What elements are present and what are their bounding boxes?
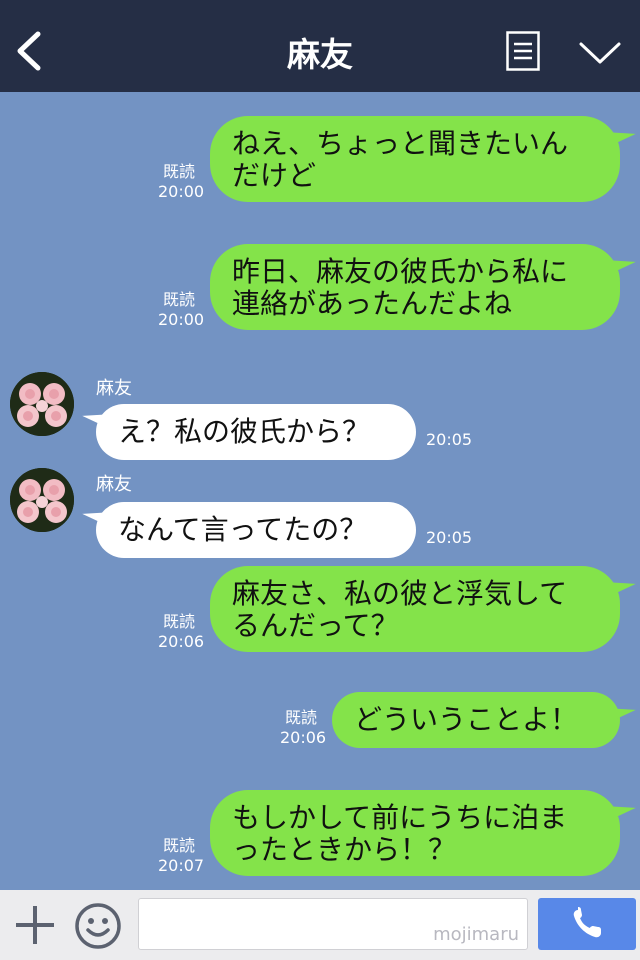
chat-area[interactable]: 既読 20:00 ねえ、ちょっと聞きたいん だけど 既読 20:00 昨日、麻友… xyxy=(0,92,640,890)
outgoing-message[interactable]: 昨日、麻友の彼氏から私に 連絡があったんだよね xyxy=(210,244,620,330)
message-meta: 既読 20:07 xyxy=(158,836,205,876)
message-time: 20:05 xyxy=(426,528,473,547)
message-time: 20:00 xyxy=(158,310,205,329)
message-time: 20:06 xyxy=(158,632,205,651)
phone-icon xyxy=(573,907,601,938)
menu-dropdown-button[interactable] xyxy=(578,40,622,68)
contact-avatar[interactable] xyxy=(10,372,74,436)
outgoing-message[interactable]: 麻友さ、私の彼と浮気して るんだって？ xyxy=(210,566,620,652)
message-meta: 既読 20:00 xyxy=(158,290,205,330)
outgoing-message[interactable]: ねえ、ちょっと聞きたいん だけど xyxy=(210,116,620,202)
chat-title: 麻友 xyxy=(287,35,353,74)
plus-icon xyxy=(16,906,54,944)
emoji-button[interactable] xyxy=(74,902,122,950)
incoming-message[interactable]: え？私の彼氏から？ xyxy=(96,404,416,460)
rose-avatar xyxy=(10,468,74,532)
message-meta: 既読 20:06 xyxy=(280,708,327,748)
chevron-down-icon xyxy=(579,42,621,64)
notes-button[interactable] xyxy=(506,31,540,71)
sender-name: 麻友 xyxy=(96,474,132,495)
add-attachment-button[interactable] xyxy=(14,904,56,946)
outgoing-message[interactable]: もしかして前にうちに泊ま ったときから！？ xyxy=(210,790,620,876)
message-time: 20:07 xyxy=(158,856,205,875)
contact-avatar[interactable] xyxy=(10,468,74,532)
call-button[interactable] xyxy=(538,898,636,950)
message-input[interactable]: mojimaru xyxy=(138,898,528,950)
message-time: 20:06 xyxy=(280,728,327,747)
chat-header: 麻友 xyxy=(0,0,640,92)
watermark: mojimaru xyxy=(433,924,519,945)
sender-name: 麻友 xyxy=(96,378,132,399)
read-receipt: 既読 xyxy=(162,162,195,181)
read-receipt: 既読 xyxy=(162,612,195,631)
incoming-message[interactable]: なんて言ってたの？ xyxy=(96,502,416,558)
rose-avatar xyxy=(10,372,74,436)
message-meta: 既読 20:00 xyxy=(158,162,205,202)
smiley-icon xyxy=(75,903,121,949)
message-meta: 既読 20:06 xyxy=(158,612,205,652)
message-time: 20:00 xyxy=(158,182,205,201)
read-receipt: 既読 xyxy=(162,290,195,309)
notes-icon xyxy=(506,31,540,71)
message-time: 20:05 xyxy=(426,430,473,449)
outgoing-message[interactable]: どういうことよ！ xyxy=(332,692,620,748)
message-input-bar: mojimaru xyxy=(0,890,640,960)
read-receipt: 既読 xyxy=(284,708,317,727)
read-receipt: 既読 xyxy=(162,836,195,855)
